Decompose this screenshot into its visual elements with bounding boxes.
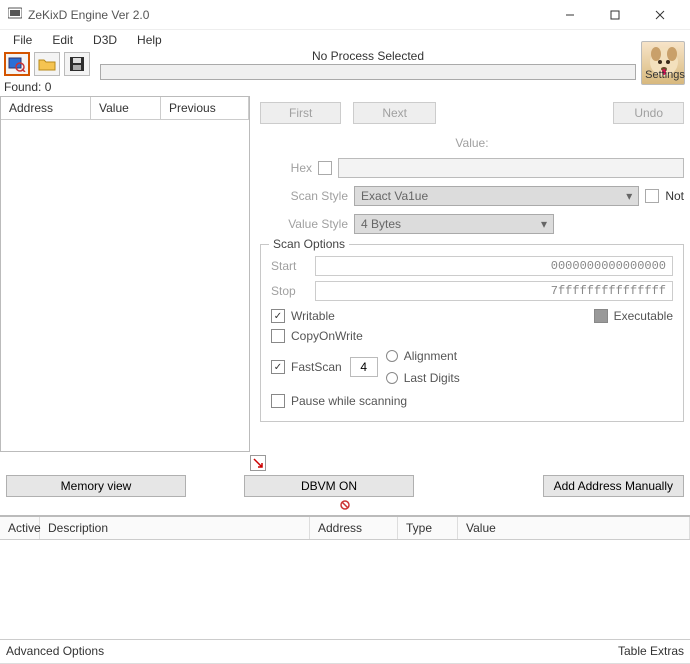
undo-scan-button[interactable]: Undo	[613, 102, 684, 124]
lastdigits-radio[interactable]	[386, 372, 398, 384]
results-col-previous[interactable]: Previous	[161, 97, 249, 119]
col-address[interactable]: Address	[310, 517, 398, 539]
dbvm-on-button[interactable]: DBVM ON	[244, 475, 414, 497]
menu-help[interactable]: Help	[128, 31, 171, 49]
next-scan-button[interactable]: Next	[353, 102, 436, 124]
col-type[interactable]: Type	[398, 517, 458, 539]
executable-label: Executable	[614, 309, 673, 323]
value-style-select[interactable]: 4 Bytes ▾	[354, 214, 554, 234]
resize-handle[interactable]	[250, 455, 266, 471]
value-style-value: 4 Bytes	[361, 217, 401, 231]
settings-label[interactable]: Settings	[642, 69, 688, 81]
hex-label: Hex	[260, 161, 312, 175]
scan-style-select[interactable]: Exact Va1ue ▾	[354, 186, 639, 206]
copyonwrite-checkbox[interactable]	[271, 329, 285, 343]
chevron-down-icon: ▾	[541, 217, 547, 231]
fastscan-label: FastScan	[291, 360, 342, 374]
scan-progress-bar	[100, 64, 636, 80]
col-value[interactable]: Value	[458, 517, 690, 539]
executable-checkbox[interactable]	[594, 309, 608, 323]
table-extras-link[interactable]: Table Extras	[618, 644, 684, 658]
menu-file[interactable]: File	[4, 31, 41, 49]
select-process-button[interactable]	[4, 52, 30, 76]
copyonwrite-label: CopyOnWrite	[291, 329, 363, 343]
maximize-button[interactable]	[592, 0, 637, 30]
not-checkbox[interactable]	[645, 189, 659, 203]
writable-label: Writable	[291, 309, 335, 323]
value-input[interactable]	[338, 158, 684, 178]
minimize-button[interactable]	[547, 0, 592, 30]
save-button[interactable]	[64, 52, 90, 76]
writable-checkbox[interactable]	[271, 309, 285, 323]
value-label: Value:	[455, 136, 488, 150]
start-address-input[interactable]	[315, 256, 673, 276]
col-description[interactable]: Description	[40, 517, 310, 539]
lastdigits-label: Last Digits	[404, 371, 460, 385]
results-col-address[interactable]: Address	[1, 97, 91, 119]
window-title: ZeKixD Engine Ver 2.0	[28, 8, 149, 22]
menu-d3d[interactable]: D3D	[84, 31, 126, 49]
stop-label: Stop	[271, 284, 307, 298]
not-label: Not	[665, 189, 684, 203]
scan-options-fieldset: Scan Options Start Stop Writable Executa…	[260, 244, 684, 422]
found-count-label: Found: 0	[0, 78, 690, 96]
menu-bar: File Edit D3D Help	[0, 30, 690, 50]
scan-options-legend: Scan Options	[269, 237, 349, 251]
stop-icon[interactable]	[339, 499, 351, 513]
add-address-manually-button[interactable]: Add Address Manually	[543, 475, 684, 497]
first-scan-button[interactable]: First	[260, 102, 341, 124]
menu-edit[interactable]: Edit	[43, 31, 82, 49]
fastscan-checkbox[interactable]	[271, 360, 285, 374]
advanced-options-link[interactable]: Advanced Options	[6, 644, 104, 658]
process-status-label: No Process Selected	[100, 49, 636, 63]
alignment-radio[interactable]	[386, 350, 398, 362]
value-style-label: Value Style	[260, 217, 348, 231]
stop-address-input[interactable]	[315, 281, 673, 301]
pause-label: Pause while scanning	[291, 394, 407, 408]
alignment-label: Alignment	[404, 349, 457, 363]
pause-checkbox[interactable]	[271, 394, 285, 408]
close-button[interactable]	[637, 0, 682, 30]
results-list[interactable]: Address Value Previous	[0, 96, 250, 452]
chevron-down-icon: ▾	[626, 189, 632, 203]
open-button[interactable]	[34, 52, 60, 76]
scan-style-label: Scan Style	[260, 189, 348, 203]
results-col-value[interactable]: Value	[91, 97, 161, 119]
hex-checkbox[interactable]	[318, 161, 332, 175]
scan-style-value: Exact Va1ue	[361, 189, 428, 203]
start-label: Start	[271, 259, 307, 273]
app-icon	[8, 7, 22, 22]
fastscan-value-input[interactable]	[350, 357, 378, 377]
col-active[interactable]: Active	[0, 517, 40, 539]
memory-view-button[interactable]: Memory view	[6, 475, 186, 497]
